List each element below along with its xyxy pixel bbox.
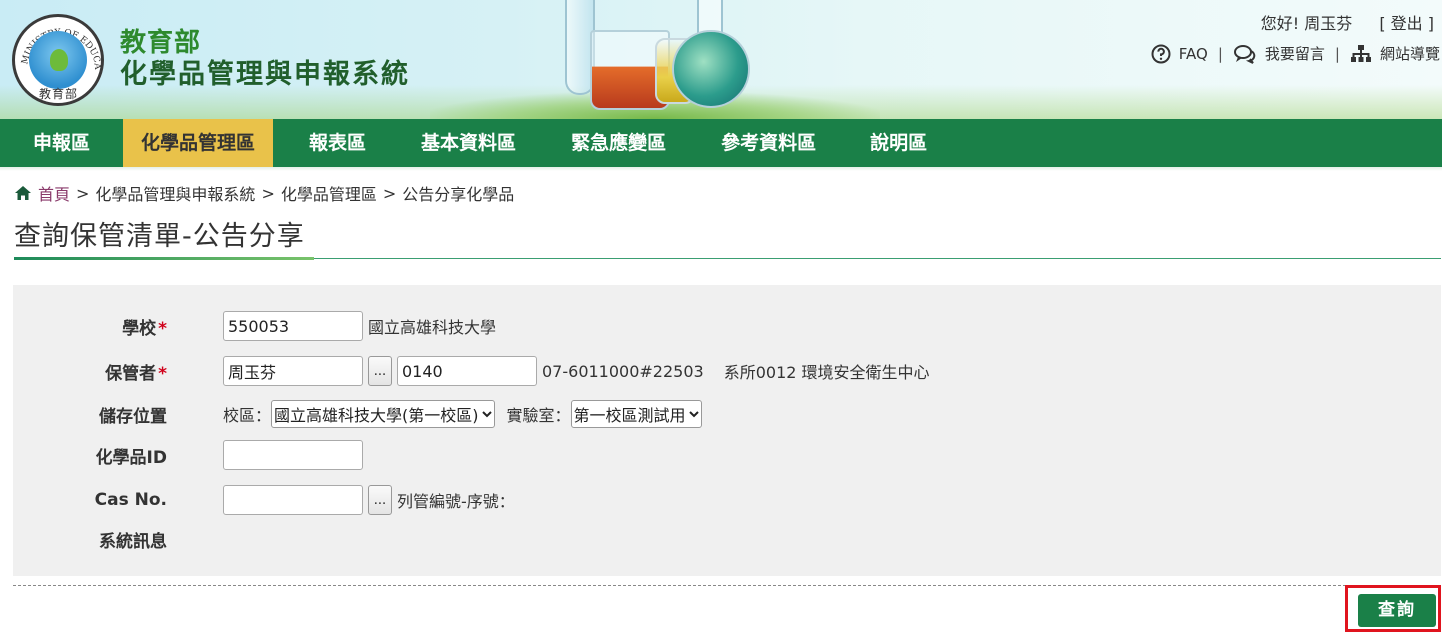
greeting-text: 您好! 周玉芬: [1260, 14, 1353, 33]
utility-links: FAQ | 我要留言 | 網站導覽: [1151, 43, 1440, 64]
link-separator: |: [1334, 44, 1340, 63]
chemical-id-label: 化學品ID: [95, 447, 167, 468]
cas-browse-button[interactable]: ...: [368, 485, 392, 515]
query-form: 學校* 國立高雄科技大學 保管者* ... 07-6011000#22503 系…: [13, 285, 1441, 576]
custodian-dept: 系所0012 環境安全衛生中心: [723, 363, 930, 382]
lab-selected: 第一校區測試用: [573, 406, 686, 425]
custodian-code-input[interactable]: [397, 356, 537, 386]
user-greeting-line: 您好! 周玉芬 [ 登出 ]: [1261, 10, 1434, 34]
lab-label: 實驗室：: [506, 406, 571, 425]
location-field-area: 校區： 國立高雄科技大學(第一校區) 實驗室： 第一校區測試用: [223, 400, 702, 428]
chat-bubbles-icon: [1233, 44, 1256, 64]
breadcrumb-separator: >: [76, 183, 90, 203]
query-button[interactable]: 查詢: [1358, 594, 1436, 627]
chevron-down-icon: [688, 411, 699, 418]
main-nav: 申報區 化學品管理區 報表區 基本資料區 緊急應變區 參考資料區 說明區: [0, 119, 1442, 167]
nav-item-chemical-management[interactable]: 化學品管理區: [123, 119, 274, 167]
breadcrumb-chemical-management[interactable]: 化學品管理區: [281, 181, 377, 205]
message-label: 我要留言: [1264, 45, 1325, 63]
school-field-area: 國立高雄科技大學: [223, 311, 496, 341]
custodian-name-input[interactable]: [223, 356, 363, 386]
logout-link[interactable]: [ 登出 ]: [1379, 14, 1434, 33]
school-name: 國立高雄科技大學: [368, 318, 497, 337]
message-link[interactable]: 我要留言: [1233, 43, 1325, 64]
page-title: 查詢保管清單-公告分享: [14, 221, 305, 252]
logo-sprout-icon: [50, 49, 68, 71]
nav-item-reports[interactable]: 報表區: [273, 119, 402, 167]
cas-label: Cas No.: [94, 490, 167, 510]
nav-shadow: [0, 167, 1442, 171]
breadcrumb-home[interactable]: 首頁: [38, 181, 70, 205]
required-mark: *: [158, 318, 167, 339]
breadcrumb-separator: >: [382, 183, 397, 203]
faq-label: FAQ: [1178, 44, 1208, 63]
nav-item-basic-data[interactable]: 基本資料區: [402, 119, 543, 167]
question-circle-icon: [1151, 44, 1171, 63]
custodian-field-area: ... 07-6011000#22503 系所0012 環境安全衛生中心: [223, 356, 930, 386]
nav-item-help[interactable]: 說明區: [843, 119, 954, 167]
sitemap-label: 網站導覽: [1379, 45, 1440, 63]
campus-select[interactable]: 國立高雄科技大學(第一校區): [271, 400, 495, 428]
home-icon[interactable]: [14, 185, 32, 201]
list-number-label: 列管編號-序號：: [397, 492, 515, 511]
chemical-id-field-area: [223, 440, 363, 470]
system-message-label: 系統訊息: [99, 531, 167, 552]
required-mark: *: [158, 363, 167, 384]
nav-item-emergency[interactable]: 緊急應變區: [543, 119, 694, 167]
custodian-browse-button[interactable]: ...: [368, 356, 392, 386]
cas-field-area: ... 列管編號-序號：: [223, 485, 515, 515]
custodian-phone: 07-6011000#22503: [542, 361, 704, 381]
logo-caption: 教育部: [39, 87, 79, 101]
sitemap-link[interactable]: 網站導覽: [1350, 43, 1440, 64]
form-divider: [13, 585, 1441, 586]
campus-label: 校區：: [223, 406, 272, 425]
cas-input[interactable]: [223, 485, 363, 515]
breadcrumb-system[interactable]: 化學品管理與申報系統: [95, 181, 255, 205]
breadcrumb-current: 公告分享化學品: [402, 185, 515, 204]
breadcrumb-separator: >: [261, 183, 275, 203]
custodian-label: 保管者 *: [105, 363, 167, 384]
school-label: 學校 *: [122, 318, 167, 339]
system-name[interactable]: 化學品管理與申報系統: [120, 52, 410, 91]
chemical-id-input[interactable]: [223, 440, 363, 470]
faq-link[interactable]: FAQ: [1151, 44, 1208, 64]
location-label: 儲存位置: [99, 406, 167, 427]
breadcrumb: 首頁 > 化學品管理與申報系統 > 化學品管理區 > 公告分享化學品: [14, 181, 514, 205]
school-code-input[interactable]: [223, 311, 363, 341]
site-header: MINISTRY OF EDUCATION 教育部 教育部 化學品管理與申報系統…: [0, 0, 1442, 119]
campus-selected: 國立高雄科技大學(第一校區): [274, 406, 479, 425]
nav-item-reference[interactable]: 參考資料區: [694, 119, 843, 167]
link-separator: |: [1217, 44, 1223, 63]
nav-item-declaration[interactable]: 申報區: [0, 119, 123, 167]
chevron-down-icon: [481, 411, 492, 418]
title-underline: [14, 257, 314, 260]
lab-select[interactable]: 第一校區測試用: [570, 400, 702, 428]
round-flask-graphic: [672, 30, 750, 108]
moe-logo[interactable]: MINISTRY OF EDUCATION 教育部: [12, 14, 104, 106]
sitemap-icon: [1350, 44, 1371, 62]
